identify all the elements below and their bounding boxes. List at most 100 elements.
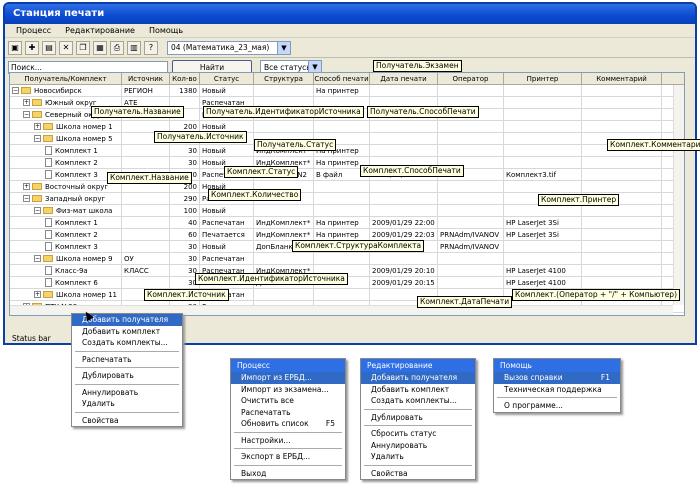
export-icon[interactable]: ▥ <box>127 40 141 55</box>
table-cell <box>370 133 438 144</box>
table-cell <box>438 277 504 288</box>
table-row[interactable]: Комплект 2 30 Новый ИндКомплект* На принтер <box>10 157 684 169</box>
help-support[interactable]: Техническая поддержка <box>494 384 620 396</box>
table-cell <box>370 85 438 96</box>
edit-annul[interactable]: Аннулировать <box>361 440 475 452</box>
edit-menu: Редактирование Добавить получателя Добав… <box>360 358 476 480</box>
collapse-icon[interactable]: − <box>23 195 30 202</box>
ctx-delete[interactable]: Удалить <box>72 398 182 410</box>
table-row[interactable]: Комплект 130НовыйИндКомплект*На принтер <box>10 145 684 157</box>
ctx-print[interactable]: Распечатать <box>72 354 182 366</box>
table-cell <box>438 205 504 216</box>
separator <box>234 431 342 433</box>
vertical-scrollbar[interactable] <box>673 85 684 305</box>
collapse-icon[interactable]: − <box>34 135 41 142</box>
ctx-add-set[interactable]: Добавить комплект <box>72 326 182 338</box>
column-header[interactable]: Способ печати <box>314 73 370 84</box>
process-export-erbd[interactable]: Экспорт в ЕРБД... <box>231 451 345 463</box>
collapse-icon[interactable]: − <box>34 255 41 262</box>
table-row[interactable]: − Новосибирск РЕГИОН 1380 Новый На принтер <box>10 85 684 97</box>
column-header[interactable]: Статус <box>200 73 254 84</box>
table-cell <box>582 85 662 96</box>
process-exit[interactable]: Выход <box>231 468 345 480</box>
collapse-icon[interactable]: − <box>23 111 30 118</box>
process-print[interactable]: Распечатать <box>231 407 345 419</box>
table-cell: PRNAdm/IVANOV <box>438 241 504 252</box>
edit-add-set[interactable]: Добавить комплект <box>361 384 475 396</box>
edit-menu-title[interactable]: Редактирование <box>361 359 475 372</box>
recipient-name: Новосибирск <box>34 86 82 95</box>
process-refresh[interactable]: Обновить список F5 <box>231 418 345 430</box>
callout-set-count: Комплект.Количество <box>208 189 302 201</box>
edit-duplicate[interactable]: Дублировать <box>361 412 475 424</box>
process-menu-title[interactable]: Процесс <box>231 359 345 372</box>
table-cell <box>438 85 504 96</box>
process-clear-all[interactable]: Очистить все <box>231 395 345 407</box>
delete-icon[interactable]: ✕ <box>59 40 73 55</box>
menu-help[interactable]: Помощь <box>142 26 190 35</box>
table-cell <box>438 253 504 264</box>
column-header[interactable]: Дата печати <box>370 73 438 84</box>
table-row[interactable]: + Школа номер 1 200 Новый <box>10 121 684 133</box>
collapse-icon[interactable]: − <box>34 207 41 214</box>
expand-icon[interactable]: + <box>23 99 30 106</box>
column-header[interactable]: Кол-во <box>170 73 200 84</box>
callout-set-print-date: Комплект.ДатаПечати <box>417 296 513 308</box>
table-cell: Новый <box>200 85 254 96</box>
expand-icon[interactable]: + <box>34 291 41 298</box>
chevron-down-icon[interactable]: ▼ <box>277 41 290 54</box>
help-icon[interactable]: ? <box>144 40 158 55</box>
process-menu: Процесс Импорт из ЕРБД... Импорт из экза… <box>230 358 346 480</box>
callout-set-structure: Комплект.СтруктураКомплекта <box>292 240 425 252</box>
help-menu-title[interactable]: Помощь <box>494 359 620 372</box>
table-cell <box>438 193 504 204</box>
menu-edit[interactable]: Редактирование <box>58 26 142 35</box>
table-cell: 2009/01/29 20:10 <box>370 265 438 276</box>
table-row[interactable]: − Школа номер 9 ОУ 30 Распечатан <box>10 253 684 265</box>
column-header[interactable]: Оператор <box>438 73 504 84</box>
exam-select[interactable]: 04 (Математика_23_мая) ▼ <box>167 40 291 55</box>
expand-icon[interactable]: + <box>23 183 30 190</box>
process-import-exam[interactable]: Импорт из экзамена... <box>231 384 345 396</box>
table-row[interactable]: −Школа номер 5200Новый <box>10 133 684 145</box>
column-header[interactable]: Получатель/Комплект <box>10 73 122 84</box>
column-header[interactable]: Принтер <box>504 73 582 84</box>
table-row[interactable]: Комплект 1 40 Распечатан ИндКомплект* На при… <box>10 217 684 229</box>
column-header[interactable]: Структура <box>254 73 314 84</box>
expand-icon[interactable]: + <box>34 123 41 130</box>
help-about[interactable]: О программе... <box>494 400 620 412</box>
copy-icon[interactable]: ❐ <box>76 40 90 55</box>
process-settings[interactable]: Настройки... <box>231 435 345 447</box>
edit-properties[interactable]: Свойства <box>361 468 475 480</box>
import-icon[interactable]: ▣ <box>8 40 22 55</box>
tree-cell: + Восточный округ <box>10 181 122 192</box>
properties-icon[interactable]: ▦ <box>93 40 107 55</box>
table-cell: Новый <box>200 205 254 216</box>
callout-set-printer: Комплект.Принтер <box>538 194 620 206</box>
edit-reset-status[interactable]: Сбросить статус <box>361 428 475 440</box>
edit-create-sets[interactable]: Создать комплекты... <box>361 395 475 407</box>
help-open[interactable]: Вызов справки F1 <box>494 372 620 384</box>
ctx-duplicate[interactable]: Дублировать <box>72 370 182 382</box>
process-import-erbd[interactable]: Импорт из ЕРБД... <box>231 372 345 384</box>
grid-header: Получатель/Комплект Источник Кол-во Статус С… <box>10 73 684 85</box>
ctx-annul[interactable]: Аннулировать <box>72 387 182 399</box>
column-header[interactable]: Источник <box>122 73 170 84</box>
column-header[interactable]: Комментарий <box>582 73 662 84</box>
table-cell <box>504 241 582 252</box>
table-cell <box>582 157 662 168</box>
edit-add-recipient[interactable]: Добавить получателя <box>361 372 475 384</box>
add-set-icon[interactable]: ▤ <box>42 40 56 55</box>
menu-process[interactable]: Процесс <box>9 26 58 35</box>
print-icon[interactable]: ⎙ <box>110 40 124 55</box>
table-cell: Новый <box>200 241 254 252</box>
edit-delete[interactable]: Удалить <box>361 451 475 463</box>
table-row[interactable]: − Физ-мат школа 100 Новый <box>10 205 684 217</box>
add-recipient-icon[interactable]: ✚ <box>25 40 39 55</box>
process-refresh-label: Обновить список <box>241 419 309 428</box>
tree-cell: Комплект 1 <box>10 217 122 228</box>
ctx-create-sets[interactable]: Создать комплекты... <box>72 337 182 349</box>
collapse-icon[interactable]: − <box>12 87 19 94</box>
table-cell: На принтер <box>314 217 370 228</box>
ctx-properties[interactable]: Свойства <box>72 415 182 427</box>
